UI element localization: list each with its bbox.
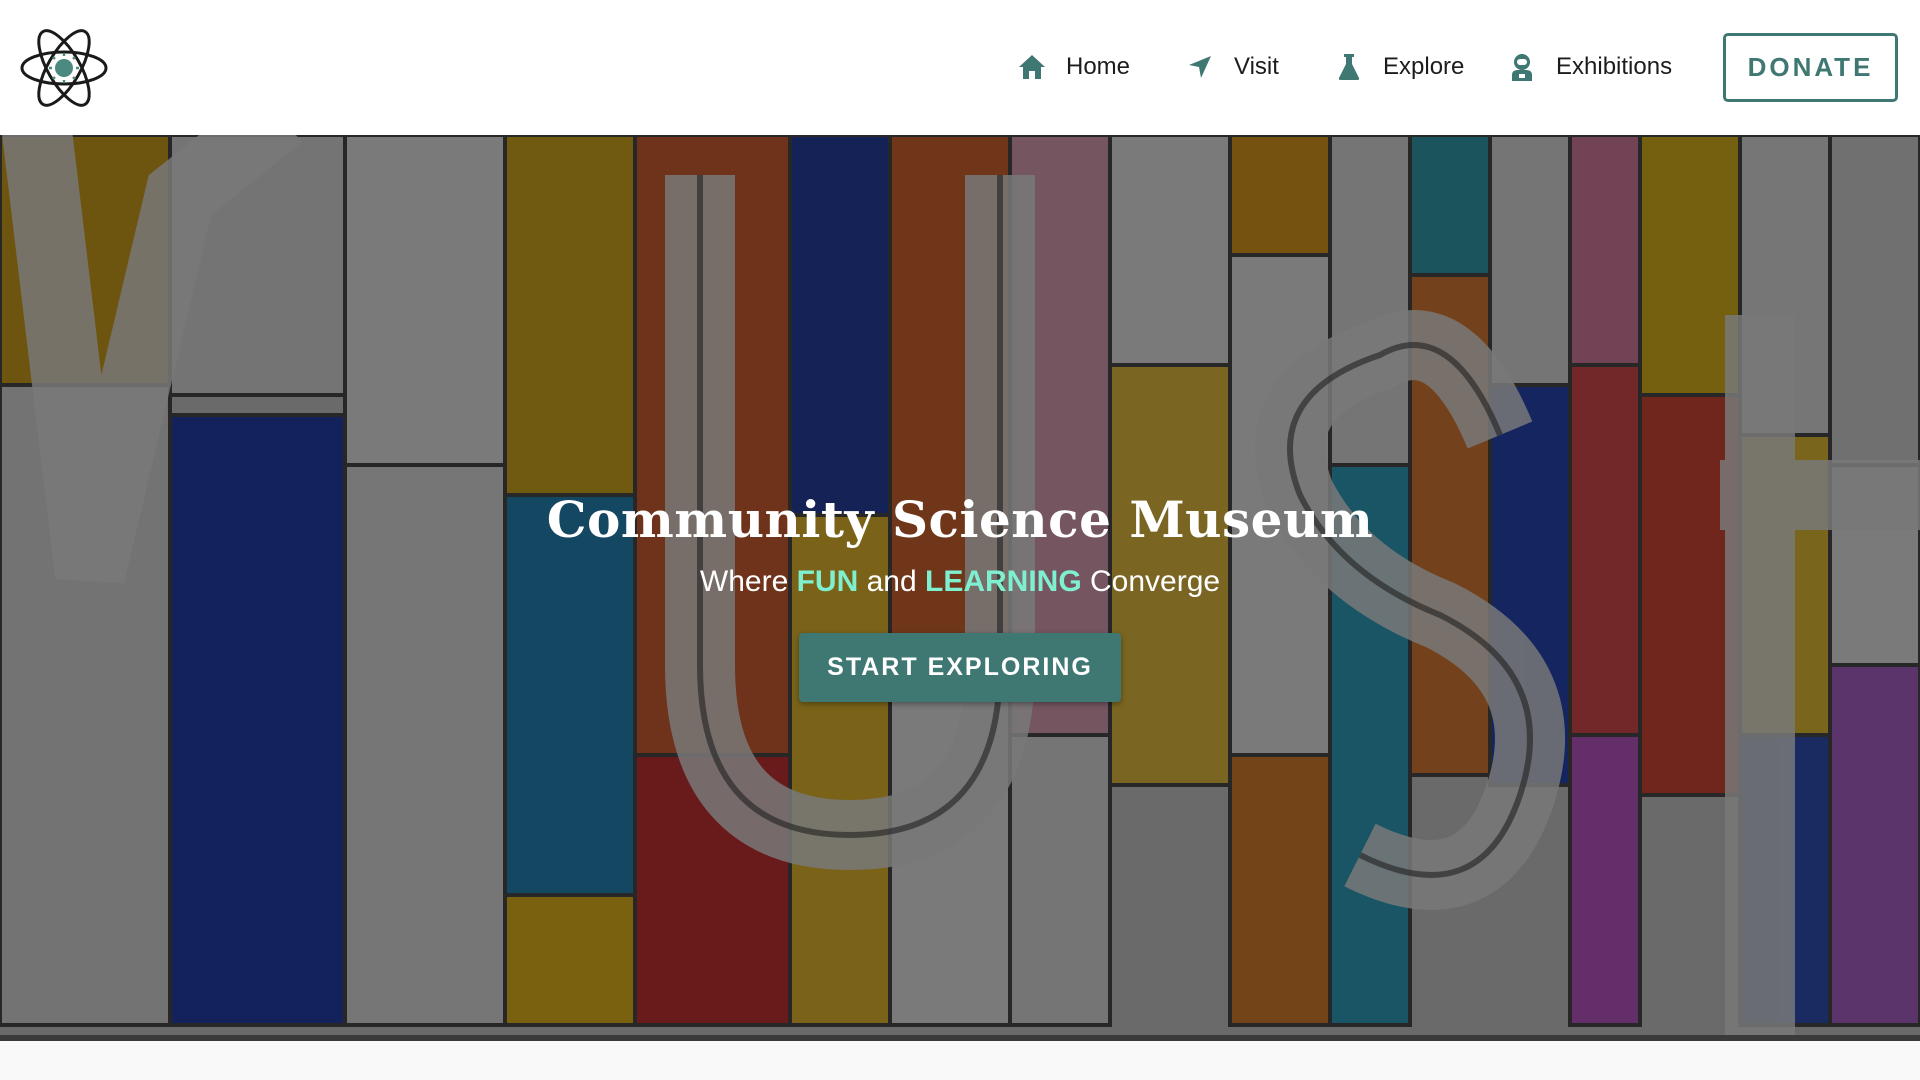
hero-title: Community Science Museum bbox=[546, 490, 1374, 549]
nav-item-exhibitions[interactable]: Exhibitions bbox=[1506, 49, 1672, 85]
nav-item-label: Exhibitions bbox=[1556, 53, 1673, 80]
nav-item-label: Explore bbox=[1383, 53, 1465, 80]
subtitle-text: Converge bbox=[1081, 565, 1221, 598]
subtitle-highlight-fun: FUN bbox=[796, 565, 859, 598]
donate-button[interactable]: DONATE bbox=[1723, 33, 1898, 102]
subtitle-highlight-learning: LEARNING bbox=[925, 565, 1082, 598]
home-icon bbox=[1016, 51, 1048, 83]
nav-item-visit[interactable]: Visit bbox=[1184, 49, 1279, 85]
subtitle-text: Where bbox=[699, 565, 797, 598]
hero-subtitle: Where FUN and LEARNING Converge bbox=[0, 565, 1920, 599]
nav-item-home[interactable]: Home bbox=[1016, 49, 1130, 85]
nav-item-label: Visit bbox=[1234, 53, 1279, 80]
flask-icon bbox=[1333, 51, 1365, 83]
top-navbar: Home Visit Explore Exhibitions DONATE bbox=[0, 0, 1920, 135]
section-divider bbox=[0, 1035, 1920, 1041]
subtitle-text: and bbox=[858, 565, 925, 598]
hero-section: Community Science Museum Where FUN and L… bbox=[0, 135, 1920, 1035]
nav-item-explore[interactable]: Explore bbox=[1333, 49, 1464, 85]
nav-item-label: Home bbox=[1066, 53, 1131, 80]
location-arrow-icon bbox=[1184, 51, 1216, 83]
atom-logo-icon[interactable] bbox=[19, 25, 109, 111]
astronaut-icon bbox=[1506, 51, 1538, 83]
hero-content: Community Science Museum Where FUN and L… bbox=[0, 135, 1920, 1035]
start-exploring-button[interactable]: START EXPLORING bbox=[799, 633, 1121, 702]
